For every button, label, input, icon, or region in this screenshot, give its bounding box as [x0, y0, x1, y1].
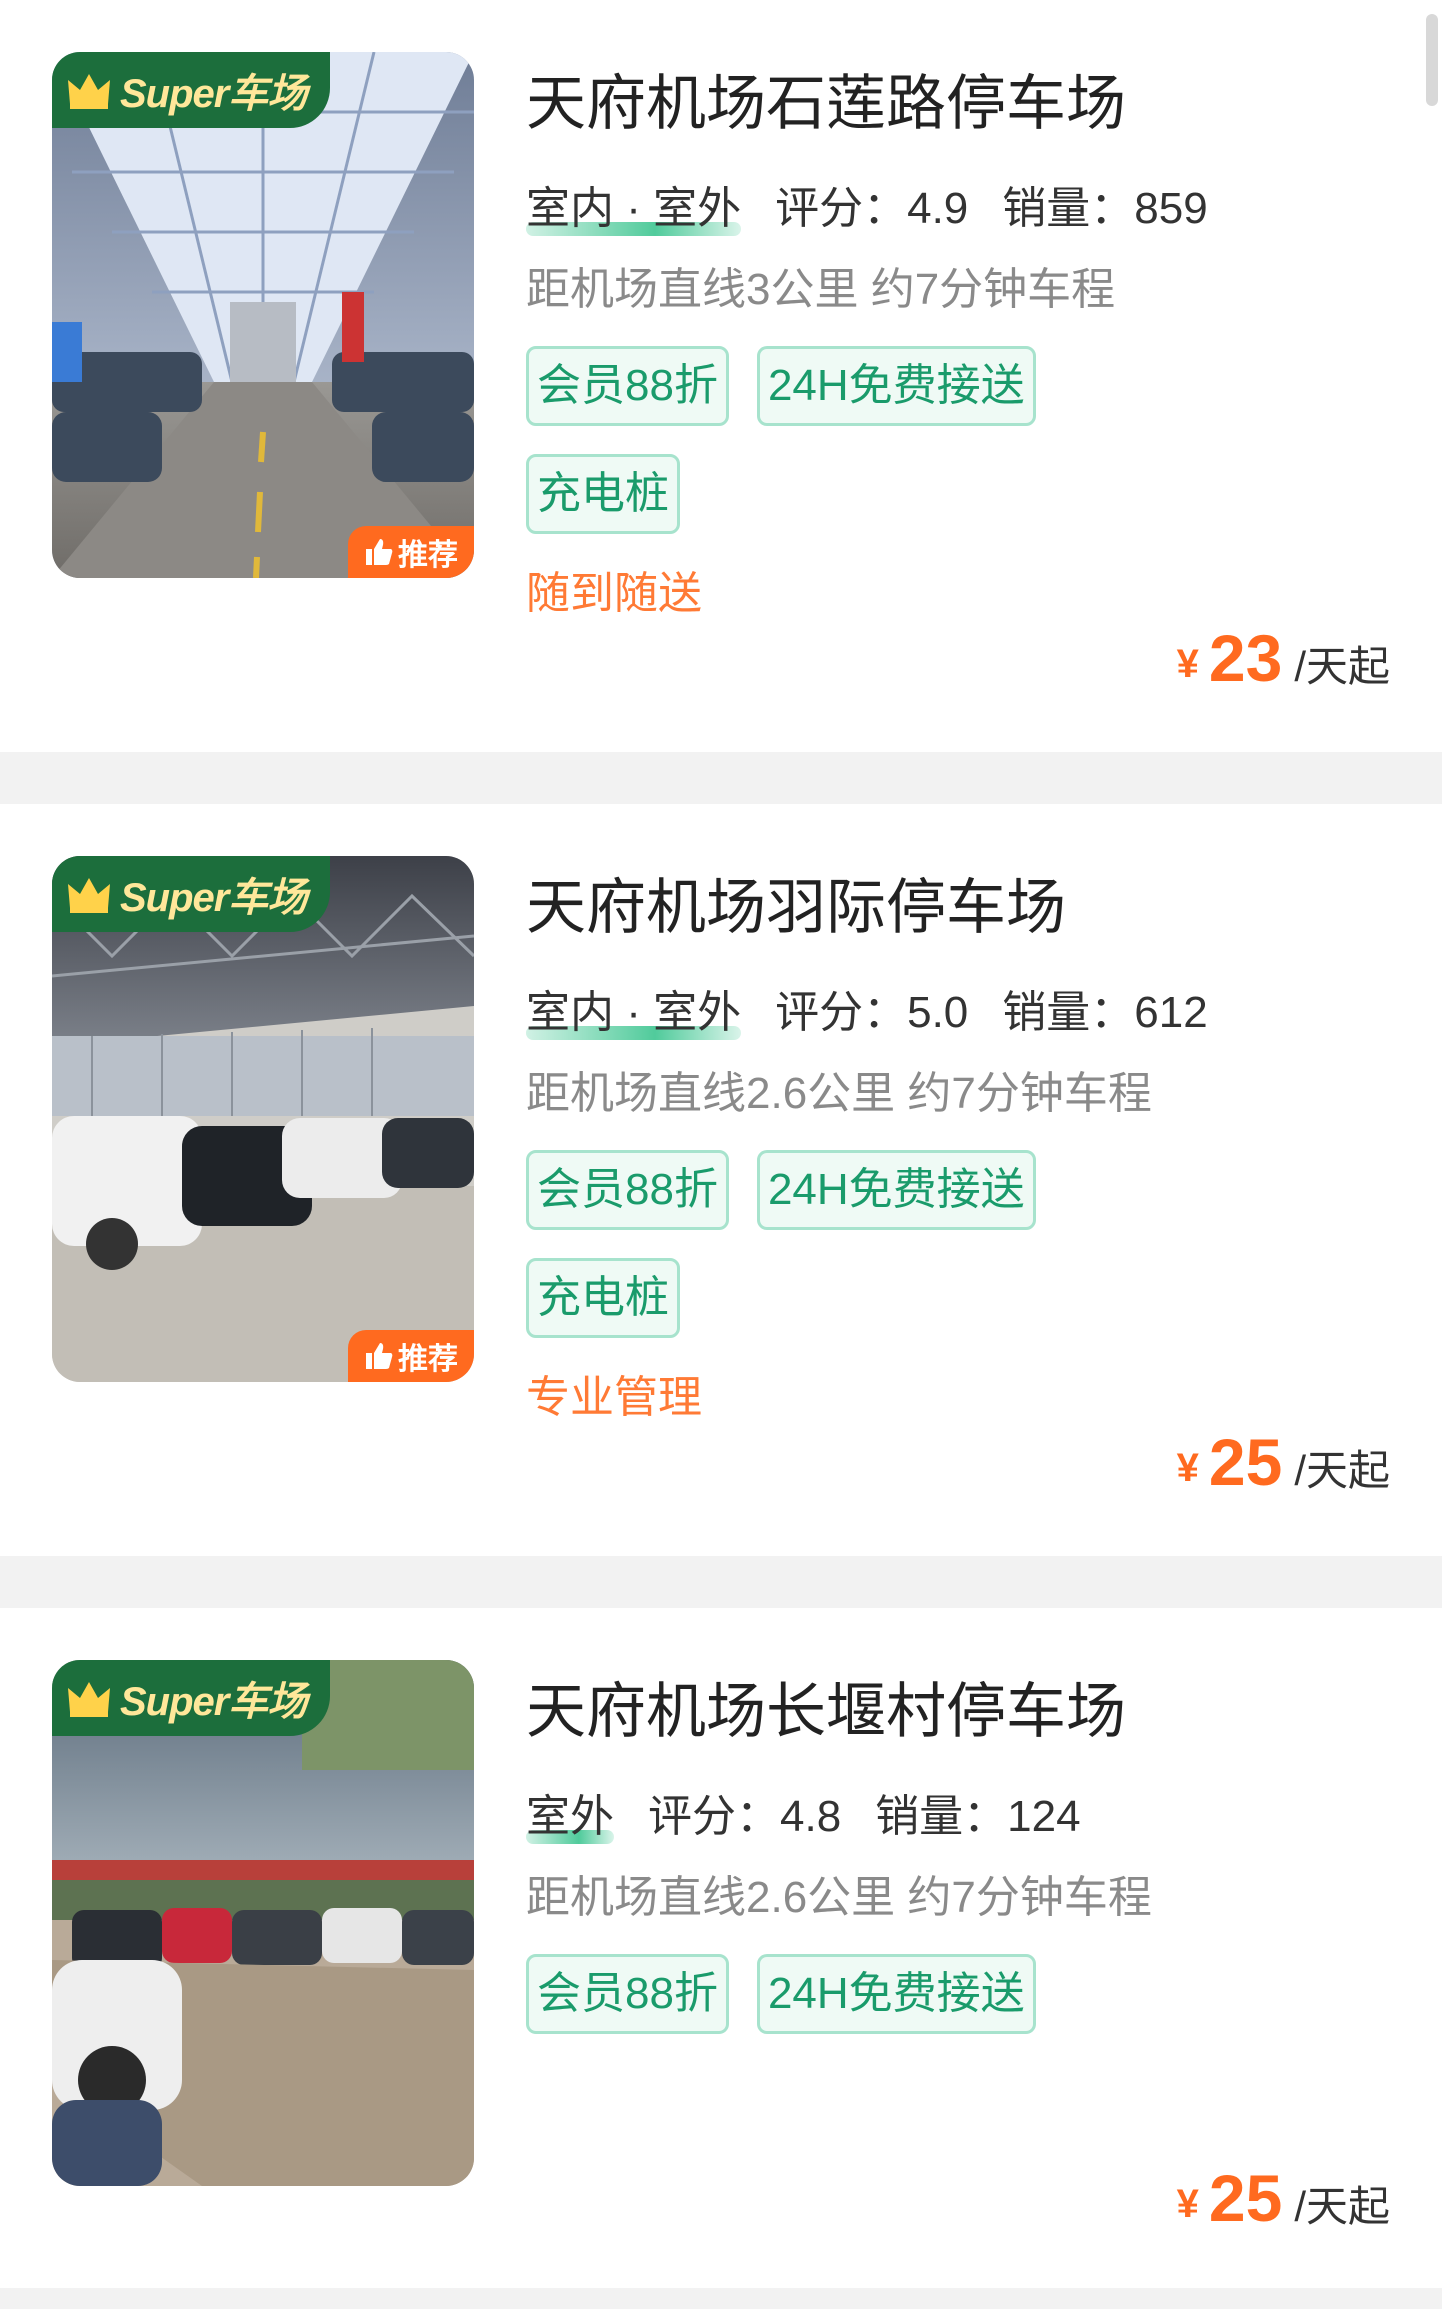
parking-type: 室内 · 室外 [526, 174, 742, 244]
tag-member-discount: 会员88折 [526, 346, 729, 426]
parking-lot-photo[interactable]: Super车场 推荐 [52, 856, 474, 1382]
parking-lot-card[interactable]: Super车场 推荐 天府机场羽际停车场 室内 · 室外 评分：5.0 销量：61… [0, 804, 1442, 1556]
tag-member-discount: 会员88折 [526, 1954, 729, 2034]
price-currency: ¥ [1176, 2182, 1199, 2226]
super-lot-badge: Super车场 [52, 52, 330, 128]
feature-text: 专业管理 [526, 1373, 702, 1422]
tag-charging-pile: 充电桩 [526, 1258, 680, 1338]
tag-charging-pile: 充电桩 [526, 454, 680, 534]
service-tags: 会员88折 24H免费接送 [526, 1954, 1146, 2062]
recommend-badge-text: 推荐 [398, 539, 458, 572]
parking-lot-photo-image [52, 856, 474, 1382]
parking-lot-meta: 室内 · 室外 评分：4.9 销量：859 [526, 174, 1406, 244]
price-amount: 25 [1208, 1425, 1283, 1499]
price: ¥23/天起 [1177, 620, 1390, 696]
price-amount: 23 [1208, 621, 1283, 695]
price-amount: 25 [1208, 2161, 1283, 2235]
super-lot-badge-text: Super车场 [120, 1680, 307, 1724]
price-currency: ¥ [1176, 642, 1199, 686]
sales-text: 销量：612 [1002, 988, 1208, 1037]
thumbs-up-icon [366, 1343, 393, 1369]
parking-type-text: 室外 [526, 1792, 614, 1841]
parking-lot-title[interactable]: 天府机场长堰村停车场 [526, 1664, 1406, 1760]
price-currency: ¥ [1176, 1446, 1199, 1490]
tag-member-discount: 会员88折 [526, 1150, 729, 1230]
super-lot-badge-text: Super车场 [120, 72, 307, 116]
parking-type: 室外 [526, 1782, 614, 1852]
tag-free-shuttle: 24H免费接送 [756, 1150, 1036, 1230]
distance-text: 距机场直线3公里 约7分钟车程 [526, 265, 1116, 314]
parking-type: 室内 · 室外 [526, 978, 742, 1048]
rating-text: 评分：4.8 [648, 1792, 842, 1841]
rating-text: 评分：5.0 [775, 988, 969, 1037]
parking-lot-photo-image [52, 52, 474, 578]
super-lot-badge-text: Super车场 [120, 876, 307, 920]
super-lot-badge: Super车场 [52, 856, 330, 932]
parking-lot-photo[interactable]: Super车场 [52, 1660, 474, 2186]
crown-icon [68, 1682, 110, 1717]
recommend-badge-text: 推荐 [398, 1343, 458, 1376]
tag-free-shuttle: 24H免费接送 [756, 1954, 1036, 2034]
parking-lot-meta: 室外 评分：4.8 销量：124 [526, 1782, 1406, 1852]
parking-lot-card[interactable]: Super车场 推荐 天府机场石莲路停车场 室内 · 室外 评分：4.9 销量：8… [0, 0, 1442, 752]
parking-type-text: 室内 · 室外 [526, 184, 742, 233]
rating-text: 评分：4.9 [775, 184, 969, 233]
parking-lot-info: 天府机场石莲路停车场 室内 · 室外 评分：4.9 销量：859 距机场直线3公里… [526, 52, 1406, 626]
parking-type-text: 室内 · 室外 [526, 988, 742, 1037]
sales-text: 销量：859 [1002, 184, 1208, 233]
price: ¥25/天起 [1177, 2160, 1390, 2236]
price: ¥25/天起 [1177, 1424, 1390, 1500]
price-unit: /天起 [1294, 643, 1390, 690]
price-unit: /天起 [1294, 1447, 1390, 1494]
distance-text: 距机场直线2.6公里 约7分钟车程 [526, 1069, 1152, 1118]
price-unit: /天起 [1294, 2183, 1390, 2230]
scrollbar[interactable] [1426, 14, 1438, 106]
parking-lot-info: 天府机场羽际停车场 室内 · 室外 评分：5.0 销量：612 距机场直线2.6公… [526, 856, 1406, 1430]
recommend-badge: 推荐 [348, 526, 474, 578]
sales-text: 销量：124 [875, 1792, 1081, 1841]
service-tags: 会员88折 24H免费接送 充电桩 [526, 1150, 1146, 1366]
thumbs-up-icon [366, 539, 393, 565]
parking-lot-photo[interactable]: Super车场 推荐 [52, 52, 474, 578]
distance-text: 距机场直线2.6公里 约7分钟车程 [526, 1873, 1152, 1922]
parking-lot-title[interactable]: 天府机场羽际停车场 [526, 860, 1406, 956]
parking-lot-meta: 室内 · 室外 评分：5.0 销量：612 [526, 978, 1406, 1048]
tag-free-shuttle: 24H免费接送 [756, 346, 1036, 426]
crown-icon [68, 74, 110, 109]
parking-lot-list: Super车场 推荐 天府机场石莲路停车场 室内 · 室外 评分：4.9 销量：8… [0, 0, 1442, 2309]
crown-icon [68, 878, 110, 913]
parking-lot-info: 天府机场长堰村停车场 室外 评分：4.8 销量：124 距机场直线2.6公里 约7… [526, 1660, 1406, 2062]
parking-lot-card[interactable]: Super车场 天府机场长堰村停车场 室外 评分：4.8 销量：124 距机场直线… [0, 1608, 1442, 2288]
service-tags: 会员88折 24H免费接送 充电桩 [526, 346, 1146, 562]
feature-text: 随到随送 [526, 569, 702, 618]
parking-lot-title[interactable]: 天府机场石莲路停车场 [526, 56, 1406, 152]
super-lot-badge: Super车场 [52, 1660, 330, 1736]
recommend-badge: 推荐 [348, 1330, 474, 1382]
parking-lot-photo-image [52, 1660, 474, 2186]
